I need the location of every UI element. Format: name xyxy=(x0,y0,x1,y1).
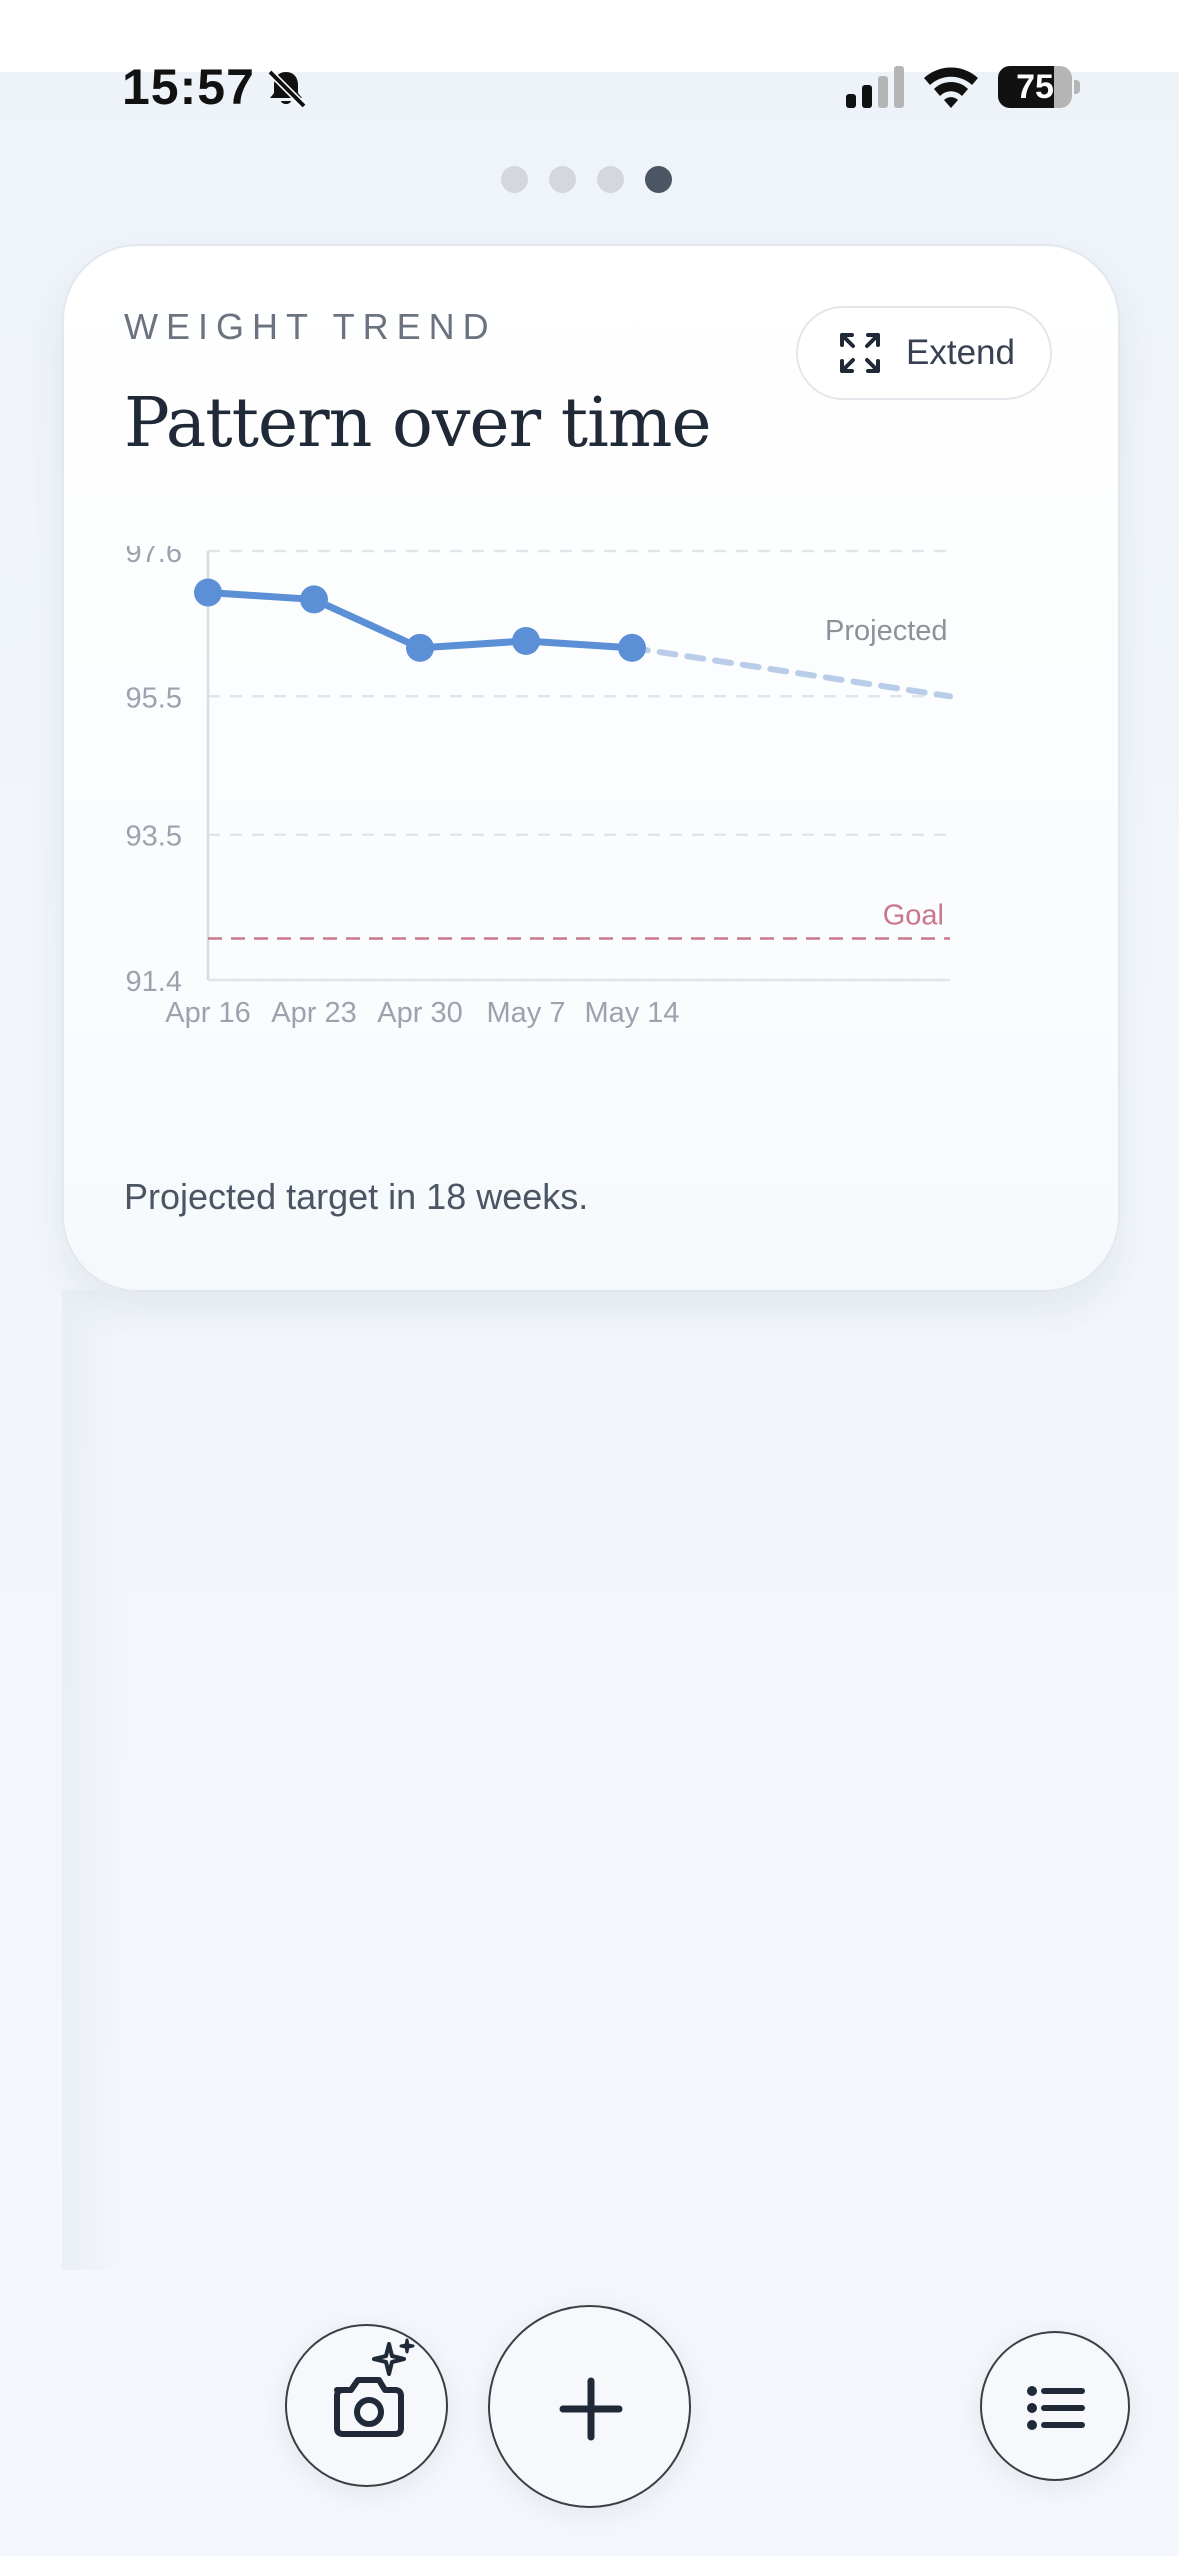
card-stack-shadow xyxy=(62,1290,122,2270)
page-indicator[interactable] xyxy=(501,166,672,193)
ai-camera-button[interactable] xyxy=(285,2324,448,2487)
add-entry-button[interactable] xyxy=(488,2305,691,2508)
x-tick-label: Apr 30 xyxy=(377,997,462,1029)
extend-label: Extend xyxy=(906,333,1015,372)
goal-label: Goal xyxy=(883,899,944,931)
data-point xyxy=(618,633,646,662)
data-point xyxy=(194,578,222,607)
page-dot[interactable] xyxy=(597,166,624,193)
card-title: Pattern over time xyxy=(124,384,712,463)
x-tick-label: Apr 23 xyxy=(271,997,356,1029)
y-tick-label: 97.6 xyxy=(126,546,182,569)
silent-bell-icon xyxy=(267,69,307,109)
page-dot[interactable] xyxy=(501,166,528,193)
battery-level: 75 xyxy=(1016,68,1054,106)
wifi-icon xyxy=(924,67,978,108)
projection-line xyxy=(629,644,953,700)
weight-trend-card: WEIGHT TREND Pattern over time Extend 97… xyxy=(62,244,1120,1292)
camera-sparkle-icon xyxy=(334,2338,415,2437)
cellular-signal-icon xyxy=(846,66,904,108)
projection-label: Projected xyxy=(825,615,948,647)
extend-button[interactable]: Extend xyxy=(796,306,1052,400)
status-time: 15:57 xyxy=(122,59,255,115)
projection-summary: Projected target in 18 weeks. xyxy=(124,1176,589,1217)
x-tick-label: May 7 xyxy=(487,997,566,1029)
expand-arrows-icon xyxy=(840,333,880,373)
battery-indicator: 75 xyxy=(998,66,1080,108)
list-icon xyxy=(1027,2386,1085,2430)
y-tick-label: 95.5 xyxy=(126,682,182,714)
weight-line-chart: 97.6 95.5 93.5 91.4 Goal Projected Apr 16 Apr 2… xyxy=(126,546,953,1029)
menu-list-button[interactable] xyxy=(980,2331,1130,2481)
data-point xyxy=(406,633,434,662)
page-dot[interactable] xyxy=(645,166,672,193)
data-point xyxy=(300,585,328,614)
page-dot[interactable] xyxy=(549,166,576,193)
y-tick-label: 93.5 xyxy=(126,821,182,853)
card-eyebrow: WEIGHT TREND xyxy=(124,306,497,347)
y-tick-label: 91.4 xyxy=(126,966,182,998)
x-tick-label: May 14 xyxy=(584,997,679,1029)
plus-icon xyxy=(559,2377,623,2441)
data-point xyxy=(512,626,540,655)
x-tick-label: Apr 16 xyxy=(165,997,250,1029)
